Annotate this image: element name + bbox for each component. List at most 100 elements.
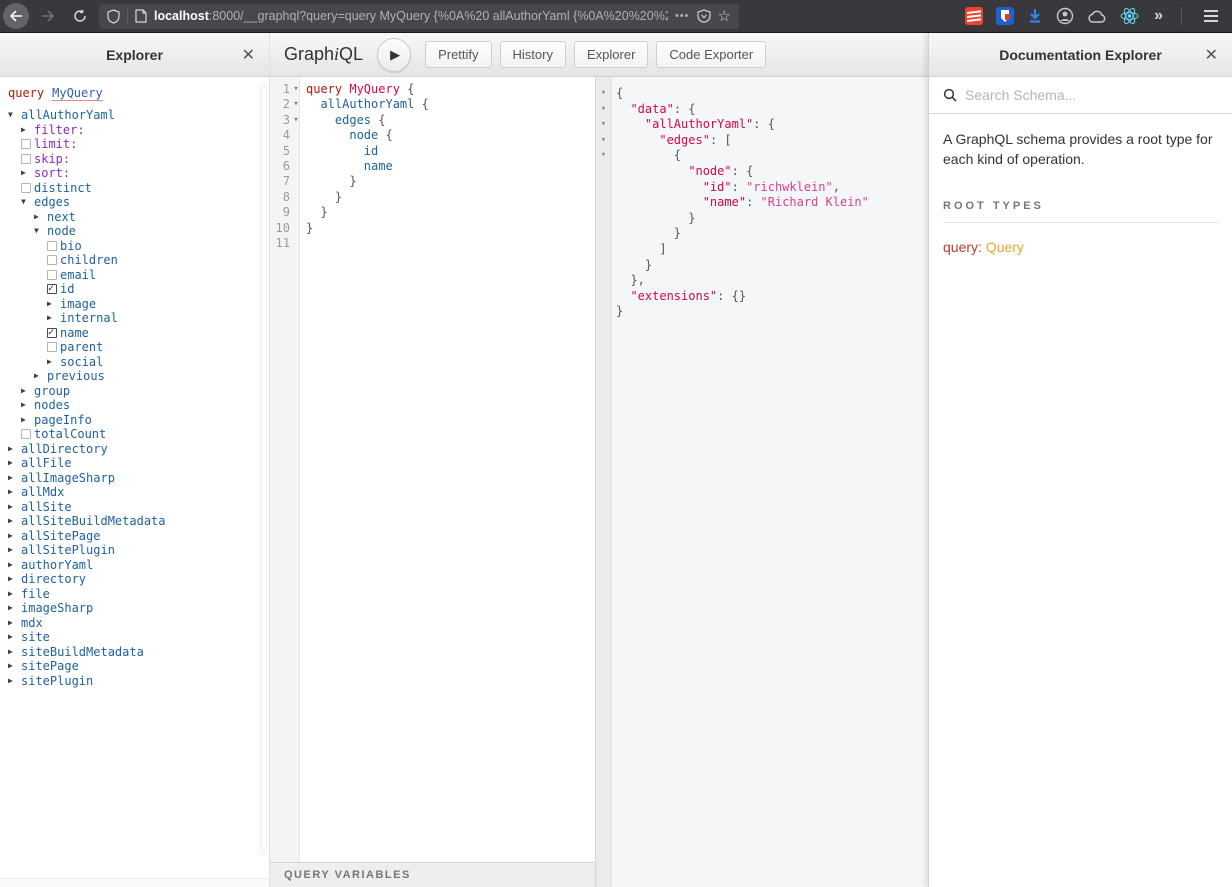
explorer-tree-item[interactable]: distinct (8, 181, 269, 196)
expand-arrow-icon[interactable]: ▶ (8, 471, 21, 486)
query-editor[interactable]: 1▾query MyQuery {2▾ allAuthorYaml {3▾ ed… (270, 77, 595, 862)
expand-arrow-icon[interactable]: ▶ (34, 210, 47, 225)
expand-arrow-icon[interactable]: ▶ (8, 514, 21, 529)
overflow-chevrons-icon[interactable]: » (1152, 7, 1165, 25)
expand-arrow-icon[interactable]: ▶ (8, 659, 21, 674)
explorer-tree-item[interactable]: bio (8, 239, 269, 254)
root-field-name[interactable]: query (943, 239, 978, 255)
collapse-arrow-icon[interactable]: ▼ (34, 224, 47, 239)
checkbox-unchecked[interactable] (47, 342, 57, 352)
explorer-tree-item[interactable]: email (8, 268, 269, 283)
explorer-tree-item[interactable]: ▶sort: (8, 166, 269, 181)
expand-arrow-icon[interactable]: ▶ (21, 384, 34, 399)
checkbox-checked[interactable] (47, 284, 57, 294)
checkbox-unchecked[interactable] (47, 255, 57, 265)
explorer-tree-item[interactable]: name (8, 326, 269, 341)
fold-arrow-icon[interactable]: ▾ (596, 86, 611, 102)
expand-arrow-icon[interactable]: ▶ (8, 572, 21, 587)
explorer-tree-item[interactable]: ▶sitePlugin (8, 674, 269, 689)
explorer-tree-item[interactable]: id (8, 282, 269, 297)
checkbox-checked[interactable] (47, 328, 57, 338)
explorer-tree-item[interactable]: ▶previous (8, 369, 269, 384)
expand-arrow-icon[interactable]: ▶ (8, 587, 21, 602)
url-overflow-icon[interactable]: ••• (675, 10, 690, 22)
explorer-tree-item[interactable]: ▶allFile (8, 456, 269, 471)
toolbar-button-prettify[interactable]: Prettify (425, 41, 491, 68)
fold-arrow-icon[interactable]: ▾ (596, 133, 611, 149)
explorer-tree-item[interactable]: ▶sitePage (8, 659, 269, 674)
expand-arrow-icon[interactable]: ▶ (8, 616, 21, 631)
toolbar-button-explorer[interactable]: Explorer (574, 41, 648, 68)
explorer-tree-item[interactable]: ▶filter: (8, 123, 269, 138)
explorer-horizontal-scrollbar[interactable] (0, 878, 269, 887)
explorer-tree-item[interactable]: ▶pageInfo (8, 413, 269, 428)
explorer-tree-item[interactable]: ▶allSiteBuildMetadata (8, 514, 269, 529)
checkbox-unchecked[interactable] (21, 183, 31, 193)
explorer-tree-item[interactable]: ▼allAuthorYaml (8, 108, 269, 123)
menu-icon[interactable] (1198, 6, 1224, 26)
checkbox-unchecked[interactable] (21, 429, 31, 439)
explorer-tree-item[interactable]: limit: (8, 137, 269, 152)
explorer-tree-item[interactable]: ▶allSite (8, 500, 269, 515)
checkbox-unchecked[interactable] (21, 154, 31, 164)
explorer-tree-item[interactable]: ▶directory (8, 572, 269, 587)
explorer-tree-item[interactable]: ▶allMdx (8, 485, 269, 500)
explorer-tree-item[interactable]: ▶allSitePage (8, 529, 269, 544)
query-variables-bar[interactable]: QUERY VARIABLES (270, 862, 595, 887)
explorer-tree-item[interactable]: ▼edges (8, 195, 269, 210)
password-manager-extension-icon[interactable] (996, 7, 1014, 25)
explorer-tree-item[interactable]: ▶mdx (8, 616, 269, 631)
explorer-vertical-scrollbar[interactable] (260, 83, 267, 855)
explorer-tree-item[interactable]: ▼node (8, 224, 269, 239)
fold-arrow-icon[interactable]: ▾ (596, 102, 611, 118)
toolbar-button-history[interactable]: History (500, 41, 566, 68)
explorer-tree-item[interactable]: skip: (8, 152, 269, 167)
expand-arrow-icon[interactable]: ▶ (8, 442, 21, 457)
explorer-tree-item[interactable]: children (8, 253, 269, 268)
explorer-tree-item[interactable]: ▶nodes (8, 398, 269, 413)
fold-arrow-icon[interactable]: ▾ (596, 148, 611, 164)
react-devtools-icon[interactable] (1120, 7, 1139, 25)
pocket-shield-icon[interactable] (697, 9, 711, 23)
explorer-tree-item[interactable]: ▶social (8, 355, 269, 370)
explorer-tree-item[interactable]: ▶imageSharp (8, 601, 269, 616)
expand-arrow-icon[interactable]: ▶ (21, 166, 34, 181)
expand-arrow-icon[interactable]: ▶ (47, 297, 60, 312)
account-icon[interactable] (1056, 7, 1074, 25)
root-type-row[interactable]: query: Query (943, 239, 1218, 255)
explorer-tree-item[interactable]: ▶authorYaml (8, 558, 269, 573)
close-icon[interactable]: ✕ (242, 45, 255, 65)
expand-arrow-icon[interactable]: ▶ (8, 674, 21, 689)
checkbox-unchecked[interactable] (47, 270, 57, 280)
expand-arrow-icon[interactable]: ▶ (21, 123, 34, 138)
expand-arrow-icon[interactable]: ▶ (47, 355, 60, 370)
collapse-arrow-icon[interactable]: ▼ (21, 195, 34, 210)
expand-arrow-icon[interactable]: ▶ (21, 413, 34, 428)
explorer-tree-item[interactable]: totalCount (8, 427, 269, 442)
explorer-tree-item[interactable]: parent (8, 340, 269, 355)
bookmark-star-icon[interactable]: ☆ (718, 7, 731, 25)
expand-arrow-icon[interactable]: ▶ (8, 630, 21, 645)
explorer-tree-item[interactable]: ▶next (8, 210, 269, 225)
forward-button[interactable] (35, 3, 61, 29)
toolbar-button-code-exporter[interactable]: Code Exporter (656, 41, 766, 68)
explorer-tree-item[interactable]: ▶allSitePlugin (8, 543, 269, 558)
schema-search-input[interactable] (965, 87, 1218, 103)
execute-query-button[interactable]: ▶ (377, 38, 411, 72)
expand-arrow-icon[interactable]: ▶ (21, 398, 34, 413)
expand-arrow-icon[interactable]: ▶ (8, 529, 21, 544)
expand-arrow-icon[interactable]: ▶ (8, 456, 21, 471)
expand-arrow-icon[interactable]: ▶ (34, 369, 47, 384)
explorer-tree-item[interactable]: ▶image (8, 297, 269, 312)
explorer-tree-item[interactable]: ▶allImageSharp (8, 471, 269, 486)
back-button[interactable] (3, 3, 29, 29)
expand-arrow-icon[interactable]: ▶ (8, 543, 21, 558)
explorer-tree-item[interactable]: ▶internal (8, 311, 269, 326)
explorer-tree-item[interactable]: ▶allDirectory (8, 442, 269, 457)
expand-arrow-icon[interactable]: ▶ (8, 500, 21, 515)
checkbox-unchecked[interactable] (47, 241, 57, 251)
explorer-tree-item[interactable]: ▶siteBuildMetadata (8, 645, 269, 660)
close-icon[interactable]: ✕ (1205, 45, 1218, 65)
checkbox-unchecked[interactable] (21, 139, 31, 149)
root-type-link[interactable]: Query (986, 239, 1024, 255)
